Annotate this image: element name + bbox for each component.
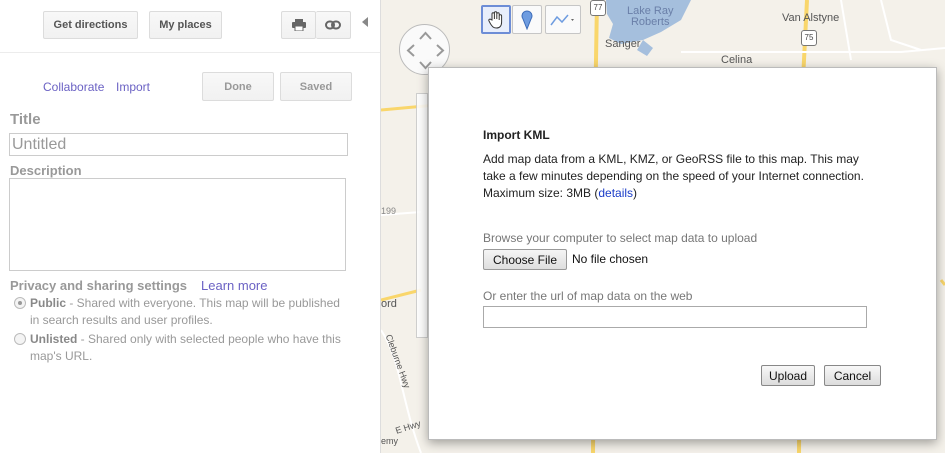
privacy-heading: Privacy and sharing settings <box>10 278 188 293</box>
map-label-celina: Celina <box>721 54 753 66</box>
map-label-ford: ord <box>381 298 397 310</box>
public-radio[interactable] <box>14 297 26 309</box>
dialog-description: Add map data from a KML, KMZ, or GeoRSS … <box>483 151 883 202</box>
privacy-option-public[interactable]: Public - Shared with everyone. This map … <box>14 295 349 329</box>
route-shield-75: 75 <box>801 30 817 46</box>
unlisted-option-text: Unlisted - Shared only with selected peo… <box>14 331 349 365</box>
privacy-option-unlisted[interactable]: Unlisted - Shared only with selected peo… <box>14 331 349 365</box>
hand-tool-button[interactable] <box>481 5 511 34</box>
map-label-lake-ray-roberts: Lake Ray Roberts <box>627 5 674 28</box>
line-icon <box>550 14 574 25</box>
title-input[interactable] <box>9 133 348 156</box>
my-places-button[interactable]: My places <box>149 11 222 39</box>
left-panel: Get directions My places Collaborate Imp… <box>0 0 381 453</box>
map-label-199: 199 <box>381 206 397 216</box>
link-icon <box>325 20 341 30</box>
public-label: Public <box>30 296 67 310</box>
details-link[interactable]: details <box>598 186 633 200</box>
collaborate-link[interactable]: Collaborate <box>43 80 104 94</box>
route-shield-77: 77 <box>590 0 606 16</box>
saved-button[interactable]: Saved <box>280 72 352 101</box>
hand-icon <box>488 10 503 29</box>
collapse-panel-icon[interactable] <box>362 17 368 27</box>
public-description: - Shared with everyone. This map will be… <box>30 296 340 327</box>
cancel-button[interactable]: Cancel <box>824 365 881 386</box>
dialog-description-text: Add map data from a KML, KMZ, or GeoRSS … <box>483 152 864 183</box>
line-tool-button[interactable] <box>545 5 581 34</box>
import-link[interactable]: Import <box>116 80 150 94</box>
choose-file-button[interactable]: Choose File <box>483 249 567 270</box>
description-input[interactable] <box>9 178 346 271</box>
map-label-sanger: Sanger <box>605 38 641 50</box>
placemark-icon <box>521 10 533 30</box>
max-size-suffix: ) <box>633 186 638 200</box>
public-option-text: Public - Shared with everyone. This map … <box>14 295 349 329</box>
description-heading: Description <box>10 163 82 178</box>
unlisted-label: Unlisted <box>30 332 78 346</box>
url-input[interactable] <box>483 306 867 328</box>
unlisted-description: - Shared only with selected people who h… <box>30 332 341 363</box>
link-button[interactable] <box>316 11 351 39</box>
divider <box>0 52 380 53</box>
no-file-chosen-text: No file chosen <box>572 252 649 266</box>
unlisted-radio[interactable] <box>14 333 26 345</box>
done-button[interactable]: Done <box>202 72 274 101</box>
placemark-tool-button[interactable] <box>512 5 542 34</box>
title-heading: Title <box>10 111 41 128</box>
printer-icon <box>291 19 306 31</box>
zoom-slider[interactable] <box>416 93 428 338</box>
get-directions-button[interactable]: Get directions <box>43 11 138 39</box>
print-button[interactable] <box>281 11 316 39</box>
browse-label: Browse your computer to select map data … <box>483 231 758 245</box>
max-size-prefix: Maximum size: 3MB ( <box>483 186 599 200</box>
url-label: Or enter the url of map data on the web <box>483 289 693 303</box>
map-label-van-alstyne: Van Alstyne <box>782 12 840 24</box>
upload-button[interactable]: Upload <box>761 365 815 386</box>
import-kml-dialog: Import KML Add map data from a KML, KMZ,… <box>428 67 937 440</box>
learn-more-link[interactable]: Learn more <box>201 278 267 293</box>
map-label-emy: emy <box>381 436 399 446</box>
dialog-title: Import KML <box>483 128 550 142</box>
